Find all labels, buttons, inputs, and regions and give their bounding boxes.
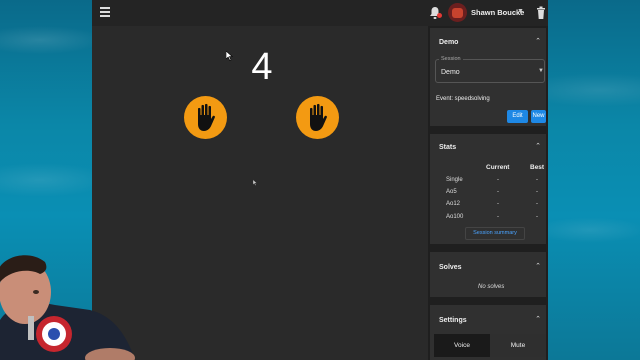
stats-row-name: Ao5 <box>446 189 457 195</box>
stats-row-current: - <box>497 214 499 220</box>
chevron-up-icon[interactable]: ⌃ <box>535 262 541 270</box>
trash-icon[interactable] <box>536 6 546 20</box>
settings-card-title: Settings <box>439 317 467 324</box>
stats-row-current: - <box>497 189 499 195</box>
chevron-up-icon[interactable]: ⌃ <box>535 315 541 323</box>
side-panel: Demo ⌃ Session Demo ▼ Event: speedsolvin… <box>428 26 548 360</box>
session-card: Demo ⌃ Session Demo ▼ Event: speedsolvin… <box>430 28 546 126</box>
notification-dot <box>437 13 442 18</box>
cursor-icon <box>226 48 234 58</box>
hand-icon[interactable] <box>296 96 339 139</box>
hand-icon[interactable] <box>184 96 227 139</box>
timer-area[interactable]: 4 <box>92 26 428 360</box>
solves-card: Solves ⌃ No solves <box>430 252 546 297</box>
event-text: Event: speedsolving <box>436 96 490 102</box>
app-window: Shawn Boucke ▼ 4 Demo ⌃ Session Demo ▼ E <box>92 0 548 360</box>
session-select-value: Demo <box>441 69 460 76</box>
voice-toggle[interactable]: Voice <box>434 334 490 357</box>
chevron-down-icon[interactable]: ▼ <box>517 8 524 15</box>
stats-card: Stats ⌃ Current Best Single - - Ao5 - - … <box>430 134 546 244</box>
session-field-label: Session <box>439 56 463 62</box>
stats-row-current: - <box>497 201 499 207</box>
stats-row-best: - <box>536 189 538 195</box>
stats-column-current: Current <box>486 164 509 171</box>
chevron-up-icon[interactable]: ⌃ <box>535 37 541 45</box>
stats-row-name: Ao100 <box>446 214 463 220</box>
menu-icon[interactable] <box>100 7 110 17</box>
stats-row-name: Ao12 <box>446 201 460 207</box>
stats-row-best: - <box>536 201 538 207</box>
webcam-person <box>0 250 140 360</box>
stats-row-best: - <box>536 214 538 220</box>
avatar[interactable] <box>448 3 467 22</box>
bell-icon[interactable] <box>429 6 441 20</box>
solves-card-title: Solves <box>439 264 462 271</box>
stats-card-title: Stats <box>439 144 456 151</box>
edit-button[interactable]: Edit <box>507 110 528 123</box>
countdown-number: 4 <box>244 46 280 89</box>
mute-toggle[interactable]: Mute <box>490 334 546 357</box>
stats-row-name: Single <box>446 177 463 183</box>
stats-column-best: Best <box>530 164 544 171</box>
new-button[interactable]: New <box>531 110 546 123</box>
no-solves-text: No solves <box>478 284 504 290</box>
session-card-title: Demo <box>439 39 458 46</box>
stats-row-current: - <box>497 177 499 183</box>
stats-row-best: - <box>536 177 538 183</box>
cursor-icon <box>253 178 258 184</box>
chevron-down-icon[interactable]: ▼ <box>538 68 544 74</box>
chevron-up-icon[interactable]: ⌃ <box>535 142 541 150</box>
top-bar: Shawn Boucke ▼ <box>92 0 548 26</box>
session-summary-button[interactable]: Session summary <box>465 227 525 240</box>
